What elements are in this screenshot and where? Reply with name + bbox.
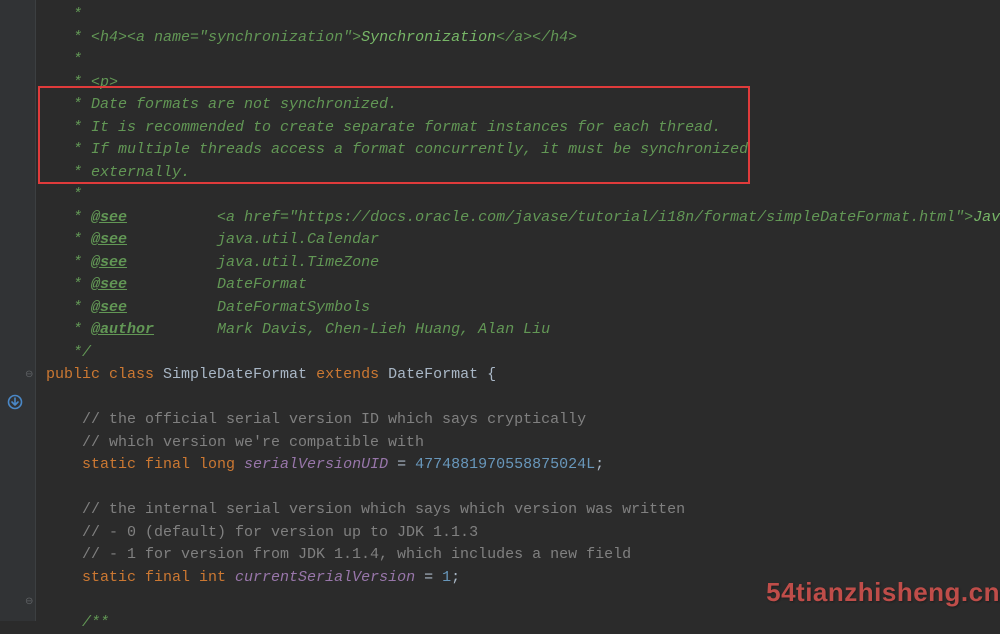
javadoc-see-tag: @see <box>91 231 127 248</box>
comment-text: * Date formats are not synchronized. <box>64 96 397 113</box>
javadoc-author-tag: @author <box>91 321 154 338</box>
comment-text: java.util.Calendar <box>127 231 379 248</box>
operator: = <box>388 456 415 473</box>
field-name: serialVersionUID <box>244 456 388 473</box>
javadoc-see-tag: @see <box>91 209 127 226</box>
line-comment: // - 1 for version from JDK 1.1.4, which… <box>82 546 631 563</box>
comment-text: * <box>64 186 82 203</box>
comment-text <box>127 209 217 226</box>
keyword-final: final <box>145 569 199 586</box>
semicolon: ; <box>451 569 460 586</box>
comment-text: */ <box>64 344 91 361</box>
javadoc-see-tag: @see <box>91 299 127 316</box>
number-literal: 1 <box>442 569 451 586</box>
line-comment: // which version we're compatible with <box>82 434 424 451</box>
comment-text: * <box>64 6 82 23</box>
html-tag: </a></h4> <box>496 29 577 46</box>
keyword-static: static <box>82 456 145 473</box>
comment-text: * If multiple threads access a format co… <box>64 141 748 158</box>
line-comment: // - 0 (default) for version up to JDK 1… <box>82 524 478 541</box>
javadoc-open: /** <box>82 614 109 631</box>
fold-indicator[interactable]: ⊖ <box>25 369 33 381</box>
comment-text: DateFormat <box>127 276 307 293</box>
comment-text: DateFormatSymbols <box>127 299 370 316</box>
override-icon[interactable] <box>6 393 24 411</box>
comment-text: Synchronization <box>361 29 496 46</box>
comment-text: java.util.TimeZone <box>127 254 379 271</box>
watermark-text: 54tianzhisheng.cn <box>766 577 1000 608</box>
comment-text: * <box>64 51 82 68</box>
comment-text: * externally. <box>64 164 190 181</box>
comment-text: * <box>64 321 91 338</box>
javadoc-see-tag: @see <box>91 276 127 293</box>
brace: { <box>487 366 496 383</box>
fold-indicator[interactable]: ⊖ <box>25 596 33 608</box>
javadoc-see-tag: @see <box>91 254 127 271</box>
keyword-final: final <box>145 456 199 473</box>
comment-text: * <box>64 231 91 248</box>
comment-text: * <box>64 276 91 293</box>
field-name: currentSerialVersion <box>235 569 415 586</box>
html-tag: <a name="synchronization"> <box>127 29 361 46</box>
comment-text: * <box>64 254 91 271</box>
class-name: SimpleDateFormat <box>163 366 316 383</box>
html-tag: <p> <box>91 74 118 91</box>
class-name: DateFormat <box>388 366 487 383</box>
comment-text: * <box>64 29 91 46</box>
operator: = <box>415 569 442 586</box>
comment-text: * <box>64 74 91 91</box>
line-comment: // the internal serial version which say… <box>82 501 685 518</box>
comment-text: Mark Davis, Chen-Lieh Huang, Alan Liu <box>154 321 550 338</box>
keyword-long: long <box>199 456 244 473</box>
line-comment: // the official serial version ID which … <box>82 411 586 428</box>
comment-text: * <box>64 299 91 316</box>
semicolon: ; <box>595 456 604 473</box>
comment-text: * It is recommended to create separate f… <box>64 119 721 136</box>
code-editor[interactable]: * * <h4><a name="synchronization">Synchr… <box>36 0 1000 634</box>
number-literal: 4774881970558875024L <box>415 456 595 473</box>
keyword-extends: extends <box>316 366 388 383</box>
editor-gutter[interactable]: ⊖ ⊖ <box>0 0 36 621</box>
html-tag: <h4> <box>91 29 127 46</box>
comment-text: Java Tutor <box>973 209 1000 226</box>
keyword-class: class <box>109 366 163 383</box>
keyword-static: static <box>82 569 145 586</box>
keyword-public: public <box>46 366 109 383</box>
keyword-int: int <box>199 569 235 586</box>
comment-text: * <box>64 209 91 226</box>
html-tag: <a href="https://docs.oracle.com/javase/… <box>217 209 973 226</box>
